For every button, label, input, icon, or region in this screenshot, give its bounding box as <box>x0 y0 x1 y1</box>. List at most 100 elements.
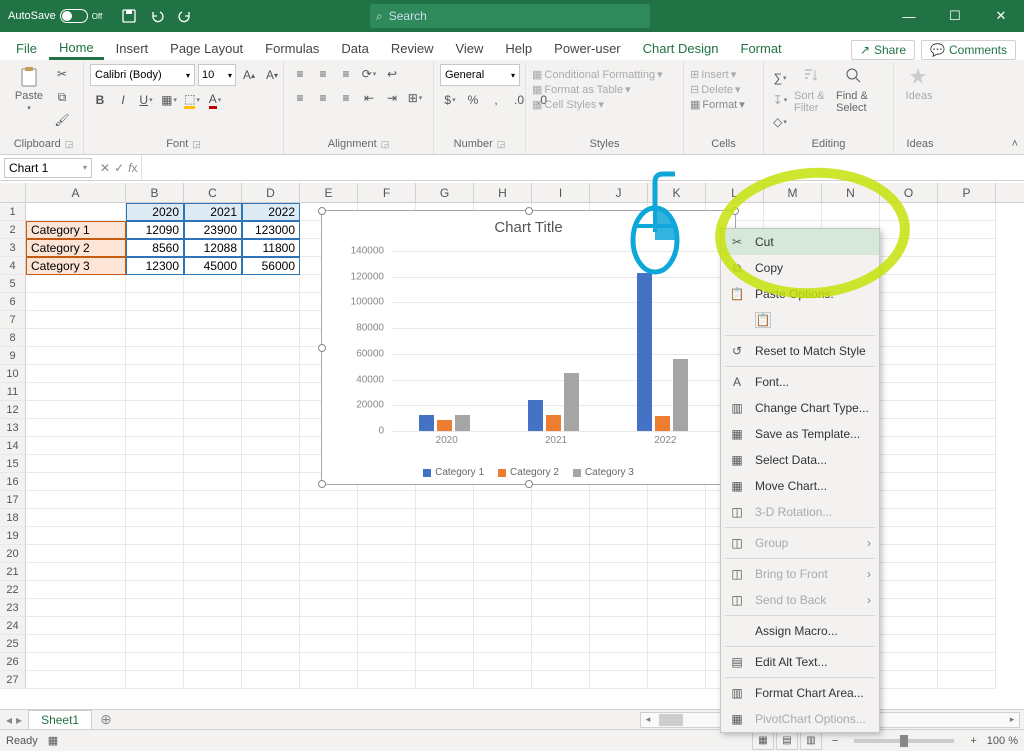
cell[interactable] <box>590 581 648 599</box>
cell[interactable] <box>184 635 242 653</box>
cell[interactable] <box>126 383 184 401</box>
cell[interactable] <box>26 275 126 293</box>
cell[interactable] <box>184 581 242 599</box>
column-header[interactable]: P <box>938 183 996 202</box>
cell[interactable] <box>242 437 300 455</box>
row-header[interactable]: 13 <box>0 419 26 437</box>
cell[interactable] <box>242 599 300 617</box>
row-header[interactable]: 4 <box>0 257 26 275</box>
bar[interactable] <box>564 373 579 431</box>
cell[interactable] <box>126 329 184 347</box>
cell[interactable] <box>938 599 996 617</box>
row-header[interactable]: 27 <box>0 671 26 689</box>
minimize-button[interactable]: — <box>886 0 932 32</box>
sheet-tab[interactable]: Sheet1 <box>28 710 92 729</box>
row-header[interactable]: 19 <box>0 527 26 545</box>
cell[interactable] <box>938 419 996 437</box>
cell[interactable]: 123000 <box>242 221 300 239</box>
cell[interactable] <box>126 671 184 689</box>
menu-page-layout[interactable]: Page Layout <box>160 37 253 60</box>
cell[interactable] <box>416 509 474 527</box>
bold-button[interactable]: B <box>90 90 110 110</box>
cell[interactable] <box>416 617 474 635</box>
cell[interactable] <box>474 671 532 689</box>
menu-home[interactable]: Home <box>49 36 104 60</box>
cell[interactable] <box>242 581 300 599</box>
cell[interactable] <box>880 473 938 491</box>
column-header[interactable]: C <box>184 183 242 202</box>
cell[interactable] <box>358 491 416 509</box>
zoom-in-icon[interactable]: + <box>970 735 976 747</box>
find-select-button[interactable]: Find & Select <box>836 64 874 114</box>
cell[interactable] <box>938 293 996 311</box>
row-header[interactable]: 11 <box>0 383 26 401</box>
cell[interactable] <box>938 563 996 581</box>
cell[interactable] <box>126 473 184 491</box>
cell[interactable] <box>590 635 648 653</box>
column-header[interactable]: E <box>300 183 358 202</box>
row-header[interactable]: 24 <box>0 617 26 635</box>
context-menu-item[interactable]: 📋Paste Options: <box>721 281 879 307</box>
context-menu-item[interactable]: ⧉Copy <box>721 255 879 281</box>
cell[interactable] <box>26 437 126 455</box>
cell[interactable] <box>474 635 532 653</box>
cell[interactable] <box>590 599 648 617</box>
cell[interactable] <box>938 617 996 635</box>
context-menu-item[interactable]: ✂Cut <box>721 229 879 255</box>
row-header[interactable]: 1 <box>0 203 26 221</box>
cell[interactable] <box>126 437 184 455</box>
menu-format[interactable]: Format <box>731 37 792 60</box>
cell[interactable] <box>126 419 184 437</box>
cell[interactable] <box>126 293 184 311</box>
cell[interactable] <box>938 491 996 509</box>
cell[interactable] <box>416 581 474 599</box>
cell[interactable] <box>300 545 358 563</box>
column-header[interactable]: H <box>474 183 532 202</box>
cell[interactable] <box>648 563 706 581</box>
row-header[interactable]: 15 <box>0 455 26 473</box>
cell[interactable] <box>532 635 590 653</box>
cell[interactable] <box>184 383 242 401</box>
cell[interactable] <box>590 491 648 509</box>
cell[interactable] <box>648 509 706 527</box>
cell[interactable] <box>416 545 474 563</box>
cell[interactable] <box>648 581 706 599</box>
cell[interactable] <box>126 491 184 509</box>
cell[interactable] <box>26 563 126 581</box>
cell[interactable] <box>242 653 300 671</box>
cell[interactable] <box>358 653 416 671</box>
row-header[interactable]: 5 <box>0 275 26 293</box>
cell[interactable] <box>26 527 126 545</box>
cell[interactable] <box>126 311 184 329</box>
legend-item[interactable]: Category 3 <box>573 467 634 478</box>
cell[interactable]: 8560 <box>126 239 184 257</box>
cell[interactable]: Category 3 <box>26 257 126 275</box>
cell[interactable] <box>126 617 184 635</box>
context-menu-item[interactable]: ▦Save as Template... <box>721 421 879 447</box>
cell[interactable] <box>26 599 126 617</box>
cell[interactable] <box>242 329 300 347</box>
collapse-ribbon-icon[interactable]: ˄ <box>1012 138 1018 150</box>
cell[interactable] <box>938 581 996 599</box>
cell[interactable] <box>126 599 184 617</box>
formula-bar[interactable] <box>141 155 1024 180</box>
cell[interactable]: 12090 <box>126 221 184 239</box>
cell[interactable] <box>184 545 242 563</box>
cell[interactable] <box>880 383 938 401</box>
menu-review[interactable]: Review <box>381 37 444 60</box>
new-sheet-button[interactable]: ⊕ <box>92 711 120 728</box>
column-header[interactable]: O <box>880 183 938 202</box>
font-size-combo[interactable]: 10▾ <box>198 64 236 86</box>
cell[interactable] <box>590 509 648 527</box>
cell[interactable] <box>938 635 996 653</box>
cell[interactable] <box>242 455 300 473</box>
cell[interactable] <box>242 401 300 419</box>
cell[interactable] <box>358 509 416 527</box>
menu-formulas[interactable]: Formulas <box>255 37 329 60</box>
context-menu-item[interactable]: ▦Select Data... <box>721 447 879 473</box>
cell[interactable] <box>880 221 938 239</box>
comma-icon[interactable]: , <box>486 90 506 110</box>
cell[interactable] <box>880 581 938 599</box>
cell[interactable] <box>126 509 184 527</box>
cell[interactable] <box>880 275 938 293</box>
